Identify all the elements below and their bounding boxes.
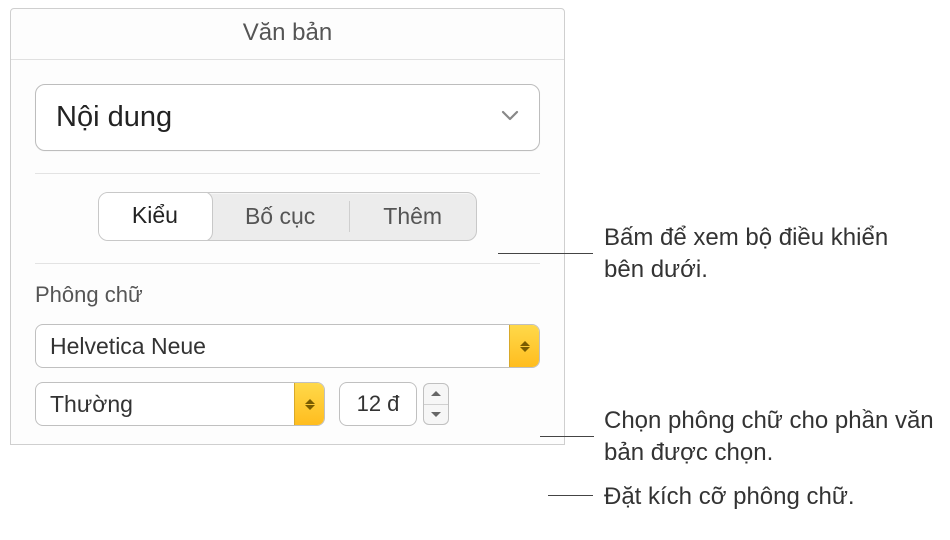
- divider: [35, 263, 540, 264]
- font-size-step-up[interactable]: [424, 384, 448, 405]
- callout-leader: [498, 253, 593, 254]
- popup-arrows-icon: [294, 383, 324, 425]
- paragraph-style-select[interactable]: Nội dung: [35, 84, 540, 151]
- font-style-value: Thường: [50, 391, 133, 418]
- font-style-select[interactable]: Thường: [35, 382, 325, 426]
- callout-font-family: Chọn phông chữ cho phần văn bản được chọ…: [604, 405, 944, 470]
- divider: [35, 173, 540, 174]
- panel-title: Văn bản: [11, 9, 564, 60]
- chevron-down-icon: [501, 109, 519, 126]
- font-size-stepper: [423, 383, 449, 425]
- callout-leader: [540, 436, 594, 437]
- font-size-group: [339, 382, 449, 426]
- font-size-step-down[interactable]: [424, 405, 448, 425]
- panel-body: Nội dung Kiểu Bố cục Thêm Phông chữ Helv…: [11, 60, 564, 444]
- callout-leader: [548, 495, 593, 496]
- callout-tabs: Bấm để xem bộ điều khiển bên dưới.: [604, 222, 934, 287]
- tab-more[interactable]: Thêm: [349, 193, 476, 240]
- tab-layout[interactable]: Bố cục: [211, 193, 349, 240]
- font-size-input[interactable]: [339, 382, 417, 426]
- tab-style[interactable]: Kiểu: [98, 192, 212, 241]
- callout-font-size: Đặt kích cỡ phông chữ.: [604, 481, 944, 513]
- font-section-label: Phông chữ: [35, 282, 540, 308]
- format-tabs: Kiểu Bố cục Thêm: [98, 192, 477, 241]
- font-family-value: Helvetica Neue: [50, 333, 206, 360]
- text-format-panel: Văn bản Nội dung Kiểu Bố cục Thêm Phông …: [10, 8, 565, 445]
- paragraph-style-label: Nội dung: [56, 101, 172, 134]
- popup-arrows-icon: [509, 325, 539, 367]
- font-family-select[interactable]: Helvetica Neue: [35, 324, 540, 368]
